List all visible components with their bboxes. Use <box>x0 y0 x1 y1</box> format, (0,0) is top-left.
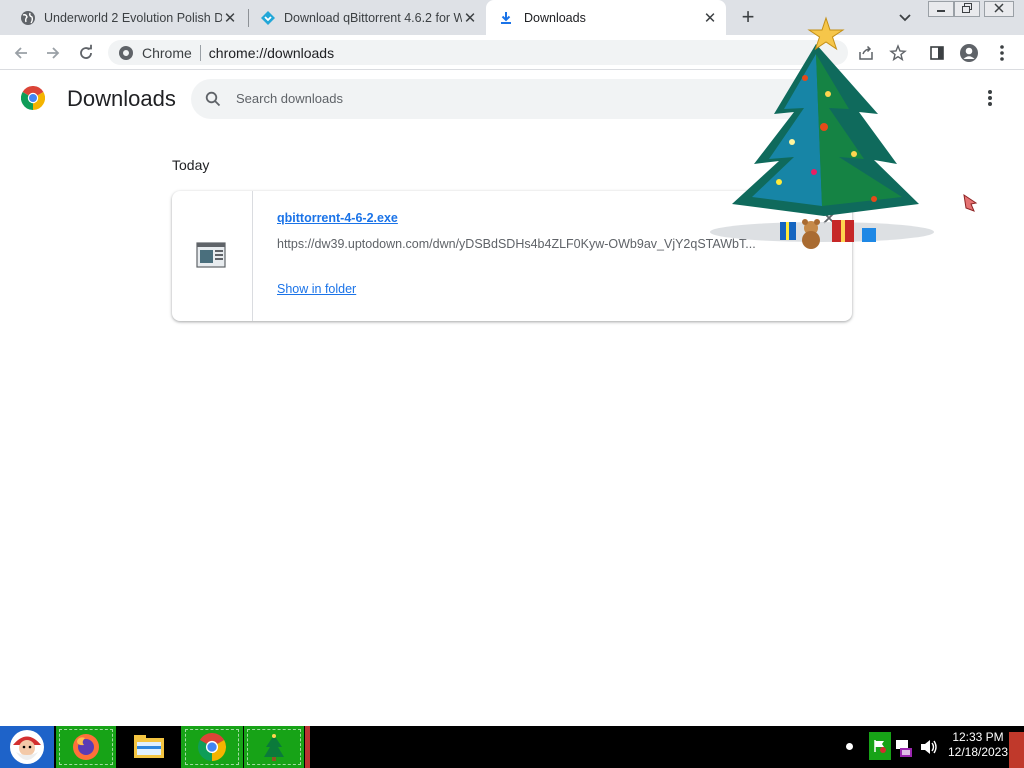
taskbar-tree-button[interactable] <box>244 726 304 768</box>
taskbar-button-frame <box>59 729 113 765</box>
back-button[interactable] <box>10 42 32 64</box>
page-title: Downloads <box>67 86 176 111</box>
network-icon[interactable] <box>894 736 914 758</box>
tab-title: Underworld 2 Evolution Polish D <box>44 10 222 25</box>
back-arrow-icon <box>14 47 27 59</box>
restore-icon <box>962 3 972 13</box>
christmas-tree-overlay <box>710 16 934 249</box>
start-button[interactable] <box>0 726 54 768</box>
globe-icon <box>21 10 35 25</box>
tray-dot-indicator <box>846 743 853 750</box>
reload-icon <box>80 44 92 59</box>
tray-action-center-button[interactable] <box>869 732 891 760</box>
tab-underworld[interactable]: Underworld 2 Evolution Polish D ✕ <box>8 0 246 35</box>
tab-downloads[interactable]: Downloads ✕ <box>486 0 726 35</box>
date-section-header: Today <box>172 157 210 173</box>
mouse-cursor-icon <box>963 193 978 212</box>
santa-start-icon <box>10 730 44 764</box>
taskbar-button-frame <box>185 729 239 765</box>
vertical-dots-icon <box>1000 45 1004 61</box>
minimize-icon <box>937 10 945 12</box>
tab-title: Download qBittorrent 4.6.2 for W <box>284 10 462 25</box>
folder-icon <box>134 735 164 758</box>
file-icon-column <box>172 191 253 321</box>
omnibox-divider <box>199 44 201 61</box>
volume-icon[interactable] <box>919 738 939 756</box>
taskbar-clock[interactable]: 12:33 PM 12/18/2023 <box>942 730 1014 760</box>
profile-button[interactable] <box>958 42 980 64</box>
taskbar-button-frame <box>247 729 301 765</box>
close-tab-icon[interactable]: ✕ <box>462 10 478 27</box>
download-source-url: https://dw39.uptodown.com/dwn/yDSBdSDHs4… <box>277 237 756 251</box>
close-tab-icon[interactable]: ✕ <box>222 10 238 27</box>
taskbar <box>0 726 1024 768</box>
restore-button[interactable] <box>954 1 980 17</box>
clock-time: 12:33 PM <box>952 730 1004 744</box>
christmas-tree-icon <box>264 734 284 761</box>
chrome-logo-icon <box>21 86 45 110</box>
taskbar-firefox-button[interactable] <box>56 726 116 768</box>
firefox-icon <box>73 734 99 760</box>
search-placeholder: Search downloads <box>236 91 343 106</box>
profile-avatar-icon <box>960 44 978 62</box>
flag-alert-icon <box>874 740 886 753</box>
downloaded-file-link[interactable]: qbittorrent-4-6-2.exe <box>277 211 398 225</box>
search-icon <box>205 91 221 107</box>
taskbar-edge-marker <box>305 726 310 768</box>
executable-file-icon <box>196 242 226 268</box>
tab-qbittorrent[interactable]: Download qBittorrent 4.6.2 for W ✕ <box>250 0 486 35</box>
forward-button[interactable] <box>42 42 64 64</box>
taskbar-chrome-button[interactable] <box>181 726 243 768</box>
uptodown-icon <box>261 10 275 25</box>
more-actions-icon[interactable] <box>982 88 998 108</box>
chrome-icon <box>198 733 226 761</box>
tab-title: Downloads <box>524 10 586 25</box>
download-icon <box>501 11 511 24</box>
clock-date: 12/18/2023 <box>947 745 1009 759</box>
tab-divider <box>248 9 249 27</box>
reload-button[interactable] <box>75 42 97 64</box>
close-window-button[interactable] <box>984 1 1014 17</box>
url-text: chrome://downloads <box>208 44 335 61</box>
show-in-folder-link[interactable]: Show in folder <box>277 282 356 296</box>
chrome-menu-button[interactable] <box>991 42 1013 64</box>
taskbar-explorer-button[interactable] <box>118 726 180 768</box>
chrome-site-icon <box>119 45 133 60</box>
forward-arrow-icon <box>47 47 60 59</box>
site-label: Chrome <box>142 44 192 61</box>
close-icon <box>994 3 1004 13</box>
